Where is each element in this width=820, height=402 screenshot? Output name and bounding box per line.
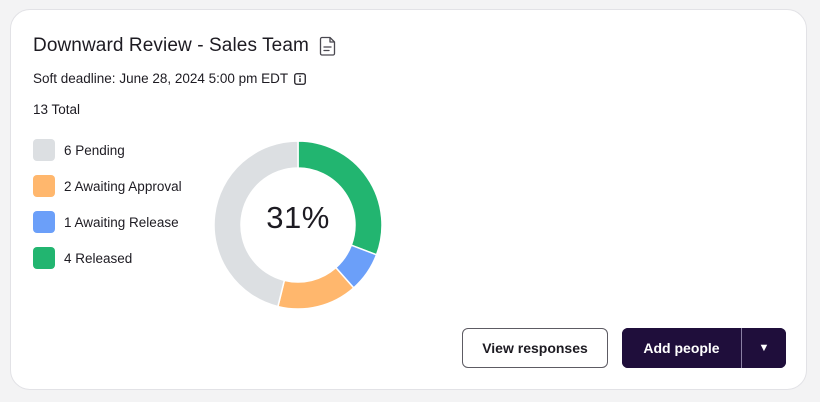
caret-down-icon[interactable]: ▼ bbox=[742, 328, 786, 368]
legend-item-released: 4 Released bbox=[33, 240, 182, 276]
legend-label: 2 Awaiting Approval bbox=[64, 178, 182, 194]
legend-item-awaiting-approval: 2 Awaiting Approval bbox=[33, 168, 182, 204]
review-title: Downward Review - Sales Team bbox=[33, 35, 309, 56]
legend-swatch bbox=[33, 246, 55, 269]
deadline-row: Soft deadline: June 28, 2024 5:00 pm EDT bbox=[33, 71, 307, 86]
add-people-split-button: Add people ▼ bbox=[622, 328, 786, 368]
total-count: 13 Total bbox=[33, 102, 81, 117]
review-card: Downward Review - Sales Team Soft deadli… bbox=[10, 9, 807, 390]
legend-label: 4 Released bbox=[64, 250, 133, 266]
legend-item-awaiting-release: 1 Awaiting Release bbox=[33, 204, 182, 240]
legend-item-pending: 6 Pending bbox=[33, 132, 182, 168]
deadline-text: Soft deadline: June 28, 2024 5:00 pm EDT bbox=[33, 71, 289, 86]
legend-label: 6 Pending bbox=[64, 142, 125, 158]
legend-swatch bbox=[33, 174, 55, 197]
legend-swatch bbox=[33, 210, 55, 233]
legend-swatch bbox=[33, 138, 55, 161]
view-responses-button[interactable]: View responses bbox=[462, 328, 608, 368]
completion-percent: 31% bbox=[266, 200, 330, 235]
title-row: Downward Review - Sales Team bbox=[33, 35, 337, 57]
chart-legend: 6 Pending 2 Awaiting Approval 1 Awaiting… bbox=[33, 132, 182, 276]
document-icon[interactable] bbox=[319, 36, 337, 56]
info-icon[interactable] bbox=[294, 72, 307, 85]
add-people-button[interactable]: Add people bbox=[622, 328, 741, 368]
donut-segment-released bbox=[297, 140, 383, 256]
legend-label: 1 Awaiting Release bbox=[64, 214, 179, 230]
